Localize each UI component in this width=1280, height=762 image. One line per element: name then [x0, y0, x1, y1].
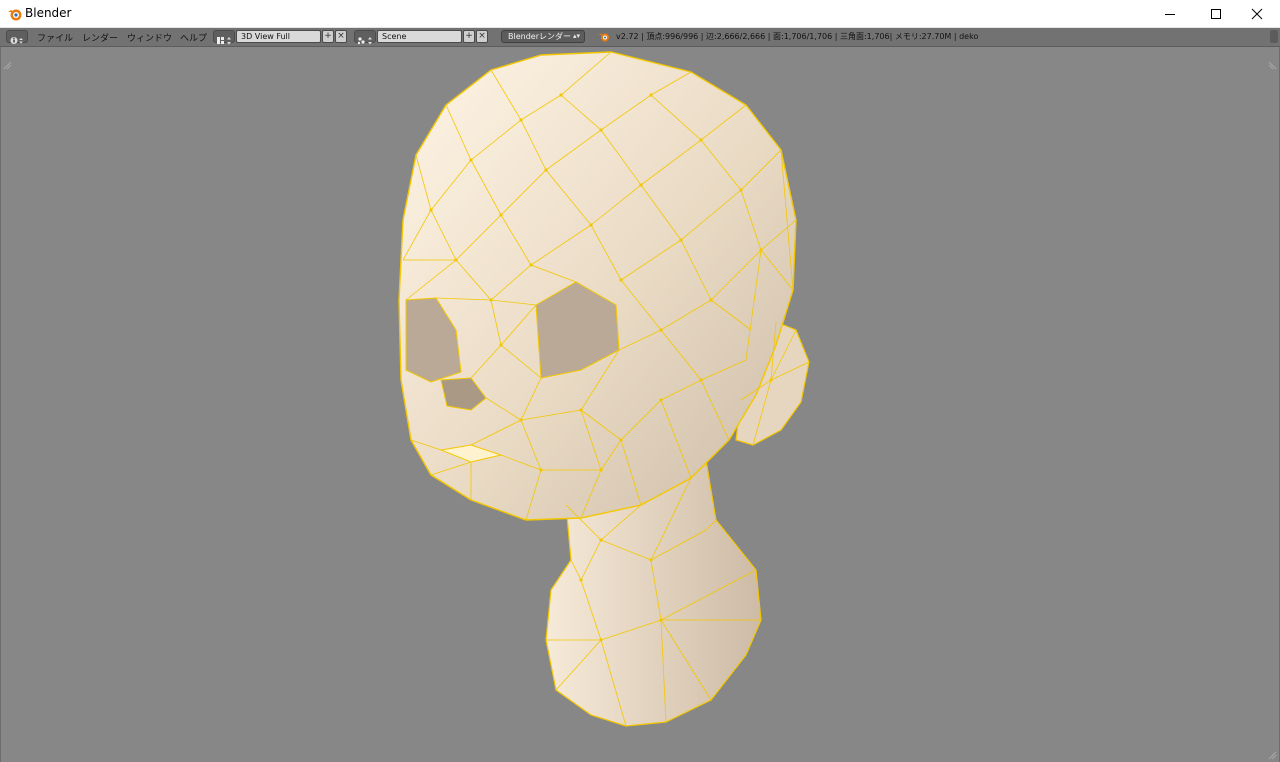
dropdown-arrows-icon: ▴▾: [572, 32, 580, 40]
info-header: ファイル レンダー ウィンドウ ヘルプ 3D View Full + × Sce…: [0, 28, 1280, 47]
screen-layout-icon: [217, 37, 231, 45]
minimize-icon: [1165, 13, 1175, 15]
blender-logo-icon: [8, 9, 22, 21]
scene-button[interactable]: [354, 30, 376, 45]
menu-render[interactable]: レンダー: [82, 31, 118, 44]
menu-help[interactable]: ヘルプ: [180, 31, 207, 44]
plus-icon: +: [324, 31, 332, 41]
header-scroll-handle[interactable]: [1270, 30, 1278, 43]
screen-layout-field[interactable]: 3D View Full: [236, 30, 321, 43]
plus-icon: +: [465, 31, 473, 41]
window-titlebar: Blender: [0, 0, 1280, 28]
x-icon: ×: [478, 31, 486, 41]
scene-icon: [357, 37, 372, 45]
close-button[interactable]: [1234, 0, 1280, 27]
delete-scene-button[interactable]: ×: [476, 30, 488, 43]
add-scene-button[interactable]: +: [463, 30, 475, 43]
render-engine-select[interactable]: Blenderレンダー ▴▾: [501, 30, 585, 43]
close-icon: [1251, 8, 1263, 19]
add-layout-button[interactable]: +: [322, 30, 334, 43]
editor-type-button[interactable]: [6, 30, 28, 44]
maximize-button[interactable]: [1193, 0, 1239, 27]
info-editor-icon: [10, 37, 23, 44]
minimize-button[interactable]: [1147, 0, 1193, 27]
menu-file[interactable]: ファイル: [37, 31, 73, 44]
scene-statistics: v2.72 | 頂点:996/996 | 辺:2,666/2,666 | 面:1…: [616, 32, 979, 41]
scene-field[interactable]: Scene: [377, 30, 462, 43]
menu-window[interactable]: ウィンドウ: [127, 31, 172, 44]
head-mesh-model[interactable]: [1, 47, 1279, 762]
maximize-icon: [1211, 8, 1221, 19]
x-icon: ×: [337, 31, 345, 41]
delete-layout-button[interactable]: ×: [335, 30, 347, 43]
window-title: Blender: [25, 6, 72, 20]
blender-logo-icon: [598, 33, 609, 42]
3d-viewport[interactable]: [0, 47, 1280, 762]
render-engine-label: Blenderレンダー: [508, 32, 571, 41]
screen-layout-button[interactable]: [213, 30, 235, 45]
